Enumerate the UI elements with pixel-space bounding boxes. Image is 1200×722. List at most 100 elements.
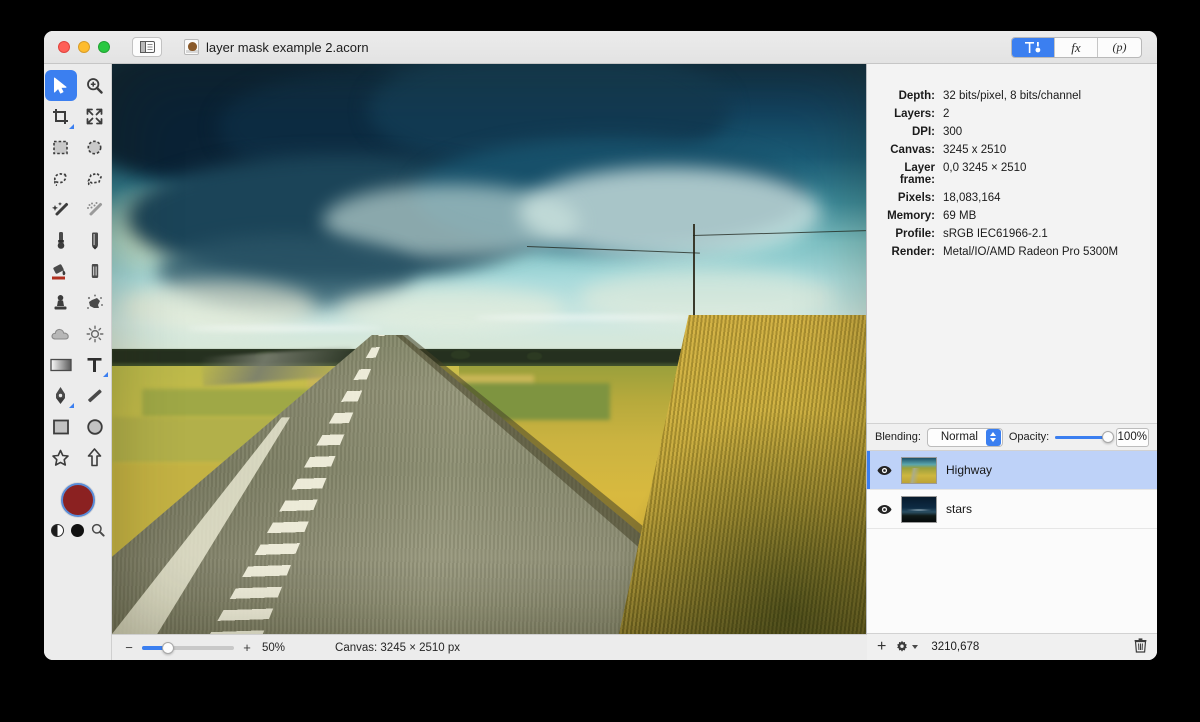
magnifier-icon[interactable]: [91, 523, 105, 537]
sidebar-toggle-button[interactable]: [132, 37, 162, 57]
blending-mode-value: Normal: [940, 431, 978, 443]
pen-tool[interactable]: [45, 380, 77, 411]
blur-tool[interactable]: [45, 318, 77, 349]
info-key: Pixels:: [897, 192, 935, 204]
arrow-up-icon: [87, 448, 102, 467]
chevron-updown-icon[interactable]: [985, 428, 1001, 446]
pencil-tool[interactable]: [79, 225, 111, 256]
bright-cloud: [119, 280, 316, 332]
info-row: Memory: 69 MB: [867, 210, 1143, 222]
arrow-shape-tool[interactable]: [79, 442, 111, 473]
polygon-lasso-tool[interactable]: [79, 163, 111, 194]
layer-row-stars[interactable]: stars: [867, 490, 1157, 529]
tool-grid: [44, 70, 111, 473]
eye-icon: [877, 465, 892, 475]
opacity-slider[interactable]: [1055, 431, 1114, 443]
info-row: Render: Metal/IO/AMD Radeon Pro 5300M: [867, 246, 1143, 258]
acorn-document-icon: [184, 39, 199, 55]
layer-name: Highway: [946, 463, 993, 477]
info-key: Layer frame:: [899, 162, 935, 186]
clone-stamp-tool[interactable]: [45, 287, 77, 318]
magnifier-plus-icon: [87, 78, 103, 94]
move-tool[interactable]: [44, 70, 77, 101]
zoom-out-button[interactable]: −: [124, 640, 134, 655]
crop-icon: [53, 109, 68, 124]
color-options-row: [50, 523, 105, 537]
smudge-tool[interactable]: [79, 287, 111, 318]
info-value: 18,083,164: [943, 192, 1001, 204]
trash-icon: [1134, 638, 1147, 653]
polygon-lasso-icon: [86, 172, 102, 187]
gradient-tool[interactable]: [45, 349, 77, 380]
opacity-slider-knob[interactable]: [1101, 431, 1114, 443]
gradient-icon: [49, 358, 72, 371]
zoom-slider[interactable]: [142, 641, 234, 654]
add-layer-button[interactable]: +: [877, 639, 886, 655]
tool-submenu-indicator: [68, 124, 74, 129]
brush-icon: [57, 232, 64, 249]
close-button[interactable]: [58, 41, 70, 53]
layers-list: Highway stars: [867, 451, 1157, 633]
info-row: Canvas: 3245 x 2510: [867, 144, 1143, 156]
inspector-icon: [1024, 42, 1040, 53]
tab-inspector[interactable]: [1012, 38, 1055, 57]
text-tool[interactable]: [79, 349, 111, 380]
star-shape-tool[interactable]: [45, 442, 77, 473]
zoom-slider-knob[interactable]: [162, 641, 175, 654]
status-bar: − + 50% Canvas: 3245 × 2510 px: [112, 634, 867, 660]
zoom-tool[interactable]: [79, 70, 111, 101]
cloud-icon: [51, 328, 69, 340]
rectangle-shape-tool[interactable]: [45, 411, 77, 442]
elliptical-select-tool[interactable]: [79, 132, 111, 163]
cursor-arrow-icon: [54, 77, 67, 94]
layer-actions-menu[interactable]: [895, 640, 919, 654]
instant-alpha-icon: [86, 201, 102, 215]
lasso-tool[interactable]: [45, 163, 77, 194]
delete-layer-button[interactable]: [1134, 638, 1147, 656]
info-value: 69 MB: [943, 210, 977, 222]
info-key: Layers:: [894, 108, 935, 120]
paint-bucket-tool[interactable]: [45, 256, 77, 287]
info-value: 3245 x 2510: [943, 144, 1007, 156]
crop-tool[interactable]: [45, 101, 77, 132]
cursor-coordinates: 3210,678: [931, 641, 980, 653]
half-circle-icon[interactable]: [50, 523, 64, 537]
info-row: Pixels: 18,083,164: [867, 192, 1143, 204]
dodge-tool[interactable]: [79, 318, 111, 349]
info-key: DPI:: [912, 126, 935, 138]
grass-shadow: [609, 406, 866, 634]
eraser-icon: [91, 264, 98, 278]
minimize-button[interactable]: [78, 41, 90, 53]
sun-icon: [86, 325, 103, 342]
document-name: layer mask example 2.acorn: [206, 39, 369, 55]
tab-presets-label: (p): [1112, 40, 1127, 54]
brush-tool[interactable]: [45, 225, 77, 256]
layer-thumbnail: [901, 495, 937, 523]
tab-presets[interactable]: (p): [1098, 38, 1141, 57]
image-info-list: Depth: 32 bits/pixel, 8 bits/channel Lay…: [867, 64, 1157, 423]
opacity-value-field[interactable]: 100%: [1115, 427, 1149, 447]
line-tool[interactable]: [79, 380, 111, 411]
color-area: [50, 483, 105, 537]
layer-row-highway[interactable]: Highway: [867, 451, 1157, 490]
magic-wand-tool[interactable]: [45, 194, 77, 225]
ellipse-shape-tool[interactable]: [79, 411, 111, 442]
cloud-wisp: [473, 314, 701, 320]
view-mode-segmented-control[interactable]: fx (p): [1011, 37, 1142, 58]
tab-filters[interactable]: fx: [1055, 38, 1098, 57]
app-window: layer mask example 2.acorn fx (p) − + 50…: [44, 31, 1157, 660]
transform-tool[interactable]: [79, 101, 111, 132]
rectangular-select-tool[interactable]: [45, 132, 77, 163]
sidebar-icon: [139, 41, 155, 53]
layer-visibility-icon[interactable]: [877, 502, 892, 517]
blending-mode-select[interactable]: Normal: [926, 427, 1003, 447]
zoom-in-button[interactable]: +: [242, 640, 252, 655]
eraser-tool[interactable]: [79, 256, 111, 287]
instant-alpha-tool[interactable]: [79, 194, 111, 225]
filled-circle-icon[interactable]: [70, 523, 84, 537]
zoom-button[interactable]: [98, 41, 110, 53]
layer-visibility-icon[interactable]: [877, 463, 892, 478]
canvas-area[interactable]: [112, 64, 867, 634]
foreground-color-swatch[interactable]: [60, 483, 95, 517]
eye-icon: [877, 504, 892, 514]
